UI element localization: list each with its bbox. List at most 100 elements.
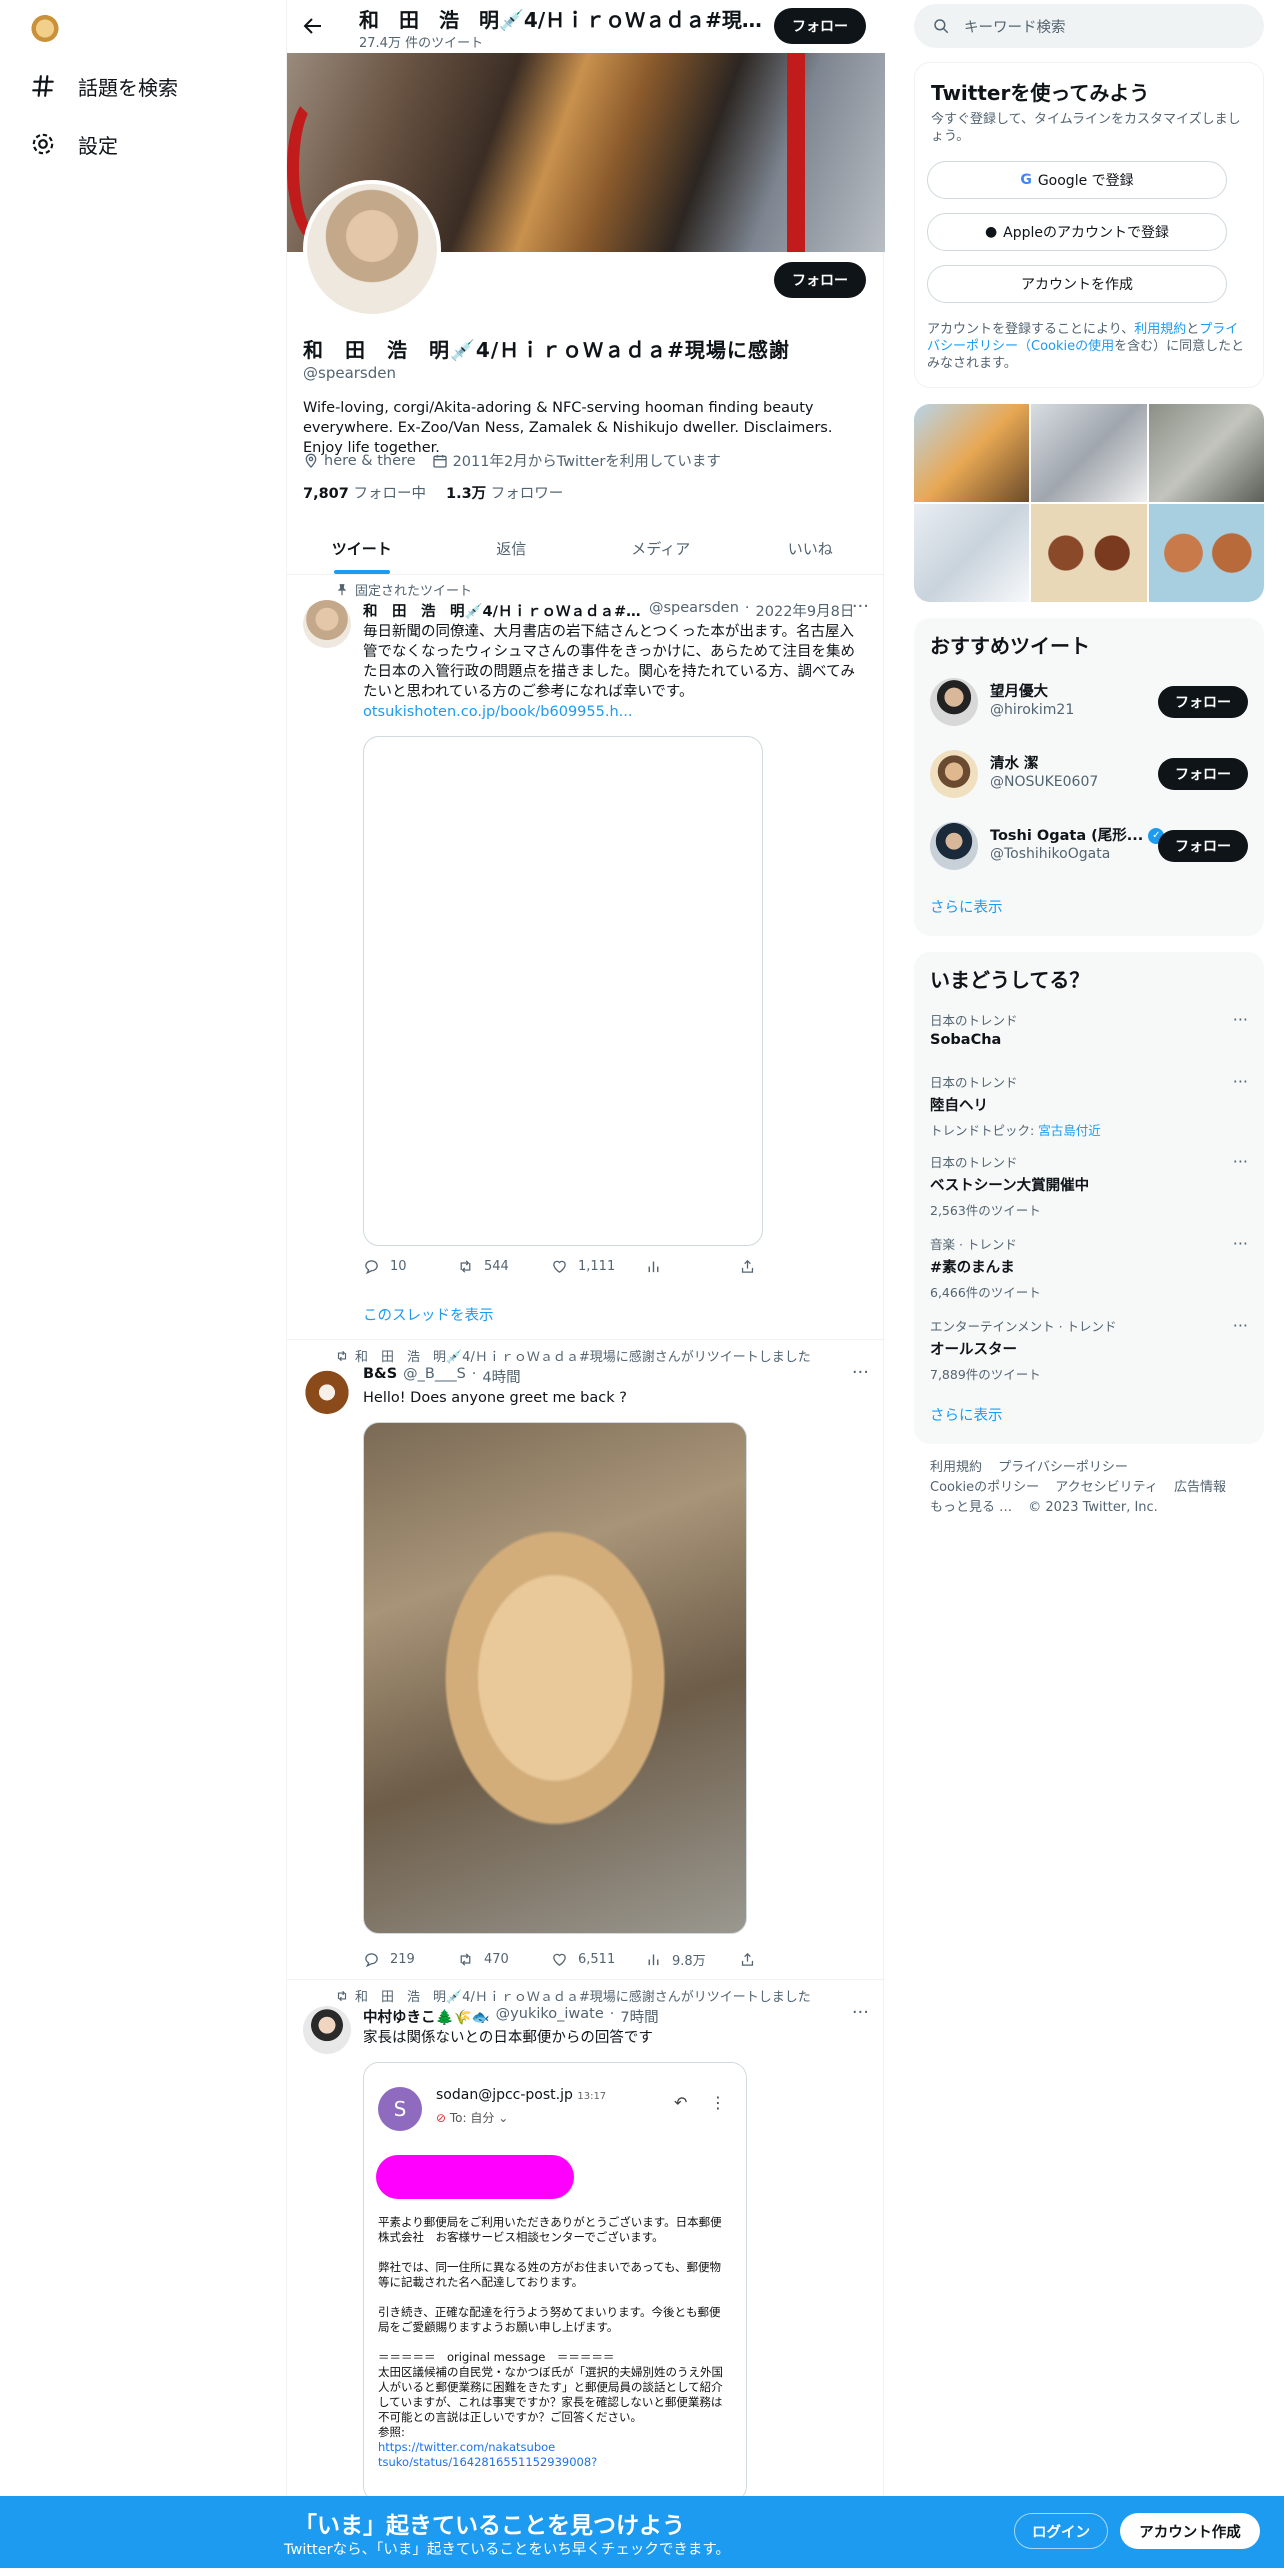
trend-item[interactable]: 日本のトレンド ベストシーン大賞開催中 2,563件のツイート ··· — [930, 1152, 1248, 1219]
tweet-retweet-puppy[interactable]: 和 田 浩 明💉4/ＨｉｒｏＷａｄａ#現場に感謝さんがリツイートしました B&S… — [287, 1340, 885, 1980]
tweet-pinned[interactable]: 固定されたツイート 和 田 浩 明💉4/ＨｉｒｏＷａｄａ#現場に感謝 @spea… — [287, 576, 885, 1340]
link-card-media[interactable] — [363, 736, 763, 1246]
followers-stat[interactable]: 1.3万 フォロワー — [446, 482, 563, 503]
tab-replies[interactable]: 返信 — [437, 522, 587, 574]
pin-icon — [337, 583, 347, 595]
nav-explore[interactable]: 話題を検索 — [30, 66, 178, 106]
media-thumb[interactable] — [1148, 404, 1264, 502]
share-button[interactable] — [739, 1258, 833, 1275]
share-button[interactable] — [739, 1950, 833, 1969]
login-button[interactable]: ログイン — [1014, 2513, 1108, 2549]
tweet-context: 和 田 浩 明💉4/ＨｉｒｏＷａｄａ#現場に感謝さんがリツイートしました — [335, 1986, 811, 2005]
profile-follow-button[interactable]: フォロー — [774, 262, 866, 298]
create-account-button[interactable]: アカウントを作成 — [927, 265, 1227, 303]
retweet-button[interactable]: 544 — [457, 1258, 551, 1275]
footer-more[interactable]: もっと見る … — [930, 1500, 1012, 1515]
tweet-author-handle[interactable]: @spearsden — [649, 600, 739, 621]
recommended-user[interactable]: 望月優大 @hirokim21 フォロー — [930, 672, 1248, 728]
apple-signup-button[interactable]: ● Appleのアカウントで登録 — [927, 213, 1227, 251]
email-view: S sodan@jpcc-post.jp 13:17 ⊘ To: 自分 ⌄ ↶ … — [364, 2063, 746, 2501]
footer-cookies[interactable]: Cookieのポリシー — [930, 1480, 1039, 1495]
trend-item[interactable]: エンターテインメント · トレンド オールスター 7,889件のツイート ··· — [930, 1316, 1248, 1383]
more-options-icon[interactable]: ··· — [1233, 1152, 1248, 1171]
tweet-text: Hello! Does anyone greet me back ? — [363, 1390, 627, 1406]
media-thumb[interactable] — [1148, 504, 1264, 602]
profile-avatar[interactable] — [303, 180, 441, 318]
tab-tweets[interactable]: ツイート — [287, 522, 437, 574]
reply-button[interactable]: 219 — [363, 1950, 457, 1969]
signup-button[interactable]: アカウント作成 — [1120, 2513, 1260, 2549]
tweet-avatar[interactable] — [303, 600, 351, 648]
tweet-time[interactable]: 4時間 — [482, 1366, 520, 1387]
follow-button[interactable]: フォロー — [1158, 830, 1248, 862]
avatar[interactable] — [930, 822, 978, 870]
more-options-icon[interactable]: ··· — [1233, 1010, 1248, 1029]
like-button[interactable]: 1,111 — [551, 1258, 645, 1275]
views-button[interactable] — [645, 1258, 739, 1275]
tweet-author-name[interactable]: B&S — [363, 1366, 397, 1387]
tab-likes[interactable]: いいね — [736, 522, 886, 574]
retweet-button[interactable]: 470 — [457, 1950, 551, 1969]
site-logo-icon[interactable] — [30, 12, 60, 42]
reply-button[interactable]: 10 — [363, 1258, 457, 1275]
follow-button[interactable]: フォロー — [1158, 686, 1248, 718]
more-options-icon[interactable]: ··· — [852, 1362, 869, 1383]
tweet-author-name[interactable]: 和 田 浩 明💉4/ＨｉｒｏＷａｄａ#現場に感謝 — [363, 600, 643, 621]
tweet-retweet-email[interactable]: 和 田 浩 明💉4/ＨｉｒｏＷａｄａ#現場に感謝さんがリツイートしました 中村ゆ… — [287, 1980, 885, 2568]
recommended-user[interactable]: 清水 潔 @NOSUKE0607 フォロー — [930, 744, 1248, 800]
search-placeholder: キーワード検索 — [964, 19, 1066, 36]
trend-topic-link[interactable]: 宮古島付近 — [1038, 1123, 1101, 1138]
show-more-recommended[interactable]: さらに表示 — [930, 896, 1003, 917]
share-icon — [741, 1952, 754, 1966]
like-button[interactable]: 6,511 — [551, 1950, 645, 1969]
more-options-icon[interactable]: ··· — [852, 2002, 869, 2023]
trend-item[interactable]: 日本のトレンド 陸自ヘリ トレンドトピック: 宮古島付近 ··· — [930, 1072, 1248, 1139]
header-follow-button[interactable]: フォロー — [774, 8, 866, 44]
tweet-avatar[interactable] — [303, 2006, 351, 2054]
tweet-author-handle[interactable]: @_B___S — [403, 1366, 466, 1387]
back-arrow-icon[interactable] — [301, 14, 325, 38]
tweet-link[interactable]: otsukishoten.co.jp/book/b609955.h... — [363, 704, 632, 720]
trend-item[interactable]: 音楽 · トレンド #素のまんま 6,466件のツイート ··· — [930, 1234, 1248, 1301]
avatar[interactable] — [930, 750, 978, 798]
media-thumb[interactable] — [1031, 404, 1147, 502]
trend-context: 日本のトレンド — [930, 1155, 1018, 1170]
trend-context: 日本のトレンド — [930, 1075, 1018, 1090]
follow-button[interactable]: フォロー — [1158, 758, 1248, 790]
following-stat[interactable]: 7,807 フォロー中 — [303, 482, 426, 503]
recommended-user[interactable]: Toshi Ogata (尾形... ✓ @ToshihikoOgata フォロ… — [930, 816, 1248, 872]
more-options-icon[interactable]: ··· — [1233, 1316, 1248, 1335]
email-screenshot[interactable]: S sodan@jpcc-post.jp 13:17 ⊘ To: 自分 ⌄ ↶ … — [363, 2062, 747, 2502]
tweet-avatar[interactable] — [303, 1366, 351, 1414]
footer-ads[interactable]: 広告情報 — [1174, 1480, 1226, 1495]
footer-accessibility[interactable]: アクセシビリティ — [1055, 1480, 1158, 1495]
avatar[interactable] — [930, 678, 978, 726]
google-signup-button[interactable]: G Google で登録 — [927, 161, 1227, 199]
tweet-author-handle[interactable]: @yukiko_iwate — [496, 2006, 604, 2027]
media-thumb[interactable] — [1031, 504, 1147, 602]
tweet-text: 毎日新聞の同僚達、大月書店の岩下結さんとつくった本が出ます。名古屋入管でなくなっ… — [363, 622, 863, 722]
search-box[interactable]: キーワード検索 — [914, 4, 1264, 48]
footer-privacy[interactable]: プライバシーポリシー — [998, 1460, 1128, 1475]
recommended-user-name: 望月優大 — [990, 684, 1048, 700]
more-options-icon[interactable]: ··· — [1233, 1234, 1248, 1253]
tweet-time[interactable]: 7時間 — [620, 2006, 658, 2027]
trend-item[interactable]: 日本のトレンド SobaCha ··· — [930, 1010, 1248, 1048]
terms-link[interactable]: 利用規約 — [1134, 322, 1186, 337]
more-options-icon[interactable]: ··· — [1233, 1072, 1248, 1091]
tab-media[interactable]: メディア — [586, 522, 736, 574]
analytics-icon — [648, 1261, 659, 1273]
puppy-photo[interactable] — [363, 1422, 747, 1934]
more-options-icon[interactable]: ··· — [852, 596, 869, 617]
media-thumb[interactable] — [914, 404, 1030, 502]
views-button[interactable]: 9.8万 — [645, 1950, 739, 1969]
tweet-author-name[interactable]: 中村ゆきこ🌲🌾🐟 — [363, 2006, 490, 2027]
show-thread-link[interactable]: このスレッドを表示 — [363, 1304, 494, 1325]
media-thumb[interactable] — [914, 504, 1030, 602]
nav-settings[interactable]: 設定 — [30, 124, 118, 164]
footer-terms[interactable]: 利用規約 — [930, 1460, 982, 1475]
terms-mid: と — [1186, 322, 1200, 337]
email-paragraph-2: 弊社では、同一住所に異なる姓の方がお住まいであっても、郵便物等に記載された名へ配… — [378, 2260, 722, 2289]
tweet-time[interactable]: 2022年9月8日 — [756, 600, 855, 621]
show-more-trends[interactable]: さらに表示 — [930, 1404, 1003, 1425]
